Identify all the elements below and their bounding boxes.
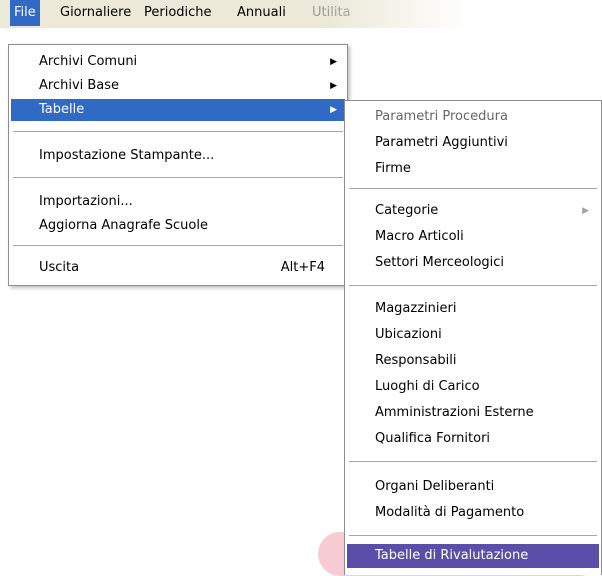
menu-separator xyxy=(13,245,343,247)
submenu-item-qualifica-fornitori[interactable]: Qualifica Fornitori xyxy=(347,427,599,451)
menu-item-label: Importazioni... xyxy=(39,194,133,209)
menu-item-label: Impostazione Stampante... xyxy=(39,148,215,163)
submenu-item-label: Qualifica Fornitori xyxy=(375,431,491,446)
submenu-item-label: Organi Deliberanti xyxy=(375,479,495,494)
menu-item-label: Archivi Comuni xyxy=(39,54,138,69)
submenu-item-label: Parametri Aggiuntivi xyxy=(375,135,508,150)
submenu-item-responsabili[interactable]: Responsabili xyxy=(347,349,599,373)
submenu-arrow-icon: ▶ xyxy=(330,105,337,115)
submenu-item-macro-articoli[interactable]: Macro Articoli xyxy=(347,225,599,249)
submenu-item-parametri-procedura[interactable]: Parametri Procedura xyxy=(347,105,599,129)
menu-item-archivi-base[interactable]: Archivi Base ▶ xyxy=(11,75,345,97)
menu-separator xyxy=(13,131,343,133)
menu-item-tabelle[interactable]: Tabelle ▶ xyxy=(11,99,345,121)
submenu-item-label: Parametri Procedura xyxy=(375,109,508,124)
submenu-arrow-icon: ▶ xyxy=(330,81,337,91)
submenu-item-label: Magazzinieri xyxy=(375,301,457,316)
submenu-item-label: Modalità di Pagamento xyxy=(375,505,525,520)
submenu-item-modalita-di-pagamento[interactable]: Modalità di Pagamento xyxy=(347,501,599,525)
submenu-item-label: Settori Merceologici xyxy=(375,255,505,270)
menu-annuali[interactable]: Annuali xyxy=(233,0,290,26)
menu-item-archivi-comuni[interactable]: Archivi Comuni ▶ xyxy=(11,51,345,73)
menu-bar: File Giornaliere Periodiche Annuali Util… xyxy=(0,0,470,28)
submenu-arrow-icon: ▶ xyxy=(582,206,589,216)
submenu-item-label: Amministrazioni Esterne xyxy=(375,405,534,420)
menu-separator xyxy=(349,285,597,287)
menu-item-uscita[interactable]: Uscita Alt+F4 xyxy=(11,257,345,279)
submenu-item-ubicazioni[interactable]: Ubicazioni xyxy=(347,323,599,347)
menu-separator xyxy=(349,535,597,537)
menu-item-aggiorna-anagrafe[interactable]: Aggiorna Anagrafe Scuole xyxy=(11,215,345,237)
tabelle-submenu: Parametri Procedura Parametri Aggiuntivi… xyxy=(344,100,602,575)
submenu-item-settori-merceologici[interactable]: Settori Merceologici xyxy=(347,251,599,275)
submenu-item-label: Firme xyxy=(375,161,411,176)
menu-item-label: Tabelle xyxy=(39,102,85,117)
menu-item-label: Uscita xyxy=(39,260,80,275)
menu-giornaliere[interactable]: Giornaliere xyxy=(56,0,135,26)
submenu-item-label: Luoghi di Carico xyxy=(375,379,480,394)
menu-item-impostazione-stampante[interactable]: Impostazione Stampante... xyxy=(11,145,345,167)
menu-file[interactable]: File xyxy=(10,0,40,26)
menu-utilita[interactable]: Utilita xyxy=(308,0,355,26)
submenu-item-label: Macro Articoli xyxy=(375,229,464,244)
menu-item-label: Archivi Base xyxy=(39,78,120,93)
submenu-arrow-icon: ▶ xyxy=(330,57,337,67)
submenu-item-tabelle-di-rivalutazione[interactable]: Tabelle di Rivalutazione xyxy=(347,544,599,568)
submenu-item-categorie[interactable]: Categorie ▶ xyxy=(347,199,599,223)
submenu-item-label: Responsabili xyxy=(375,353,457,368)
submenu-item-organi-deliberanti[interactable]: Organi Deliberanti xyxy=(347,475,599,499)
submenu-item-luoghi-di-carico[interactable]: Luoghi di Carico xyxy=(347,375,599,399)
file-menu: Archivi Comuni ▶ Archivi Base ▶ Tabelle … xyxy=(8,44,348,286)
menu-periodiche[interactable]: Periodiche xyxy=(140,0,216,26)
menu-separator xyxy=(13,177,343,179)
submenu-item-magazzinieri[interactable]: Magazzinieri xyxy=(347,297,599,321)
submenu-item-parametri-aggiuntivi[interactable]: Parametri Aggiuntivi xyxy=(347,131,599,155)
menu-separator xyxy=(349,188,597,190)
submenu-item-amministrazioni-esterne[interactable]: Amministrazioni Esterne xyxy=(347,401,599,425)
menu-item-importazioni[interactable]: Importazioni... xyxy=(11,191,345,213)
menu-separator xyxy=(349,461,597,463)
submenu-item-label: Categorie xyxy=(375,203,439,218)
submenu-item-label: Tabelle di Rivalutazione xyxy=(375,548,529,563)
menu-item-label: Aggiorna Anagrafe Scuole xyxy=(39,218,208,233)
menu-item-shortcut: Alt+F4 xyxy=(280,260,325,275)
submenu-item-label: Ubicazioni xyxy=(375,327,442,342)
submenu-item-firme[interactable]: Firme xyxy=(347,157,599,181)
